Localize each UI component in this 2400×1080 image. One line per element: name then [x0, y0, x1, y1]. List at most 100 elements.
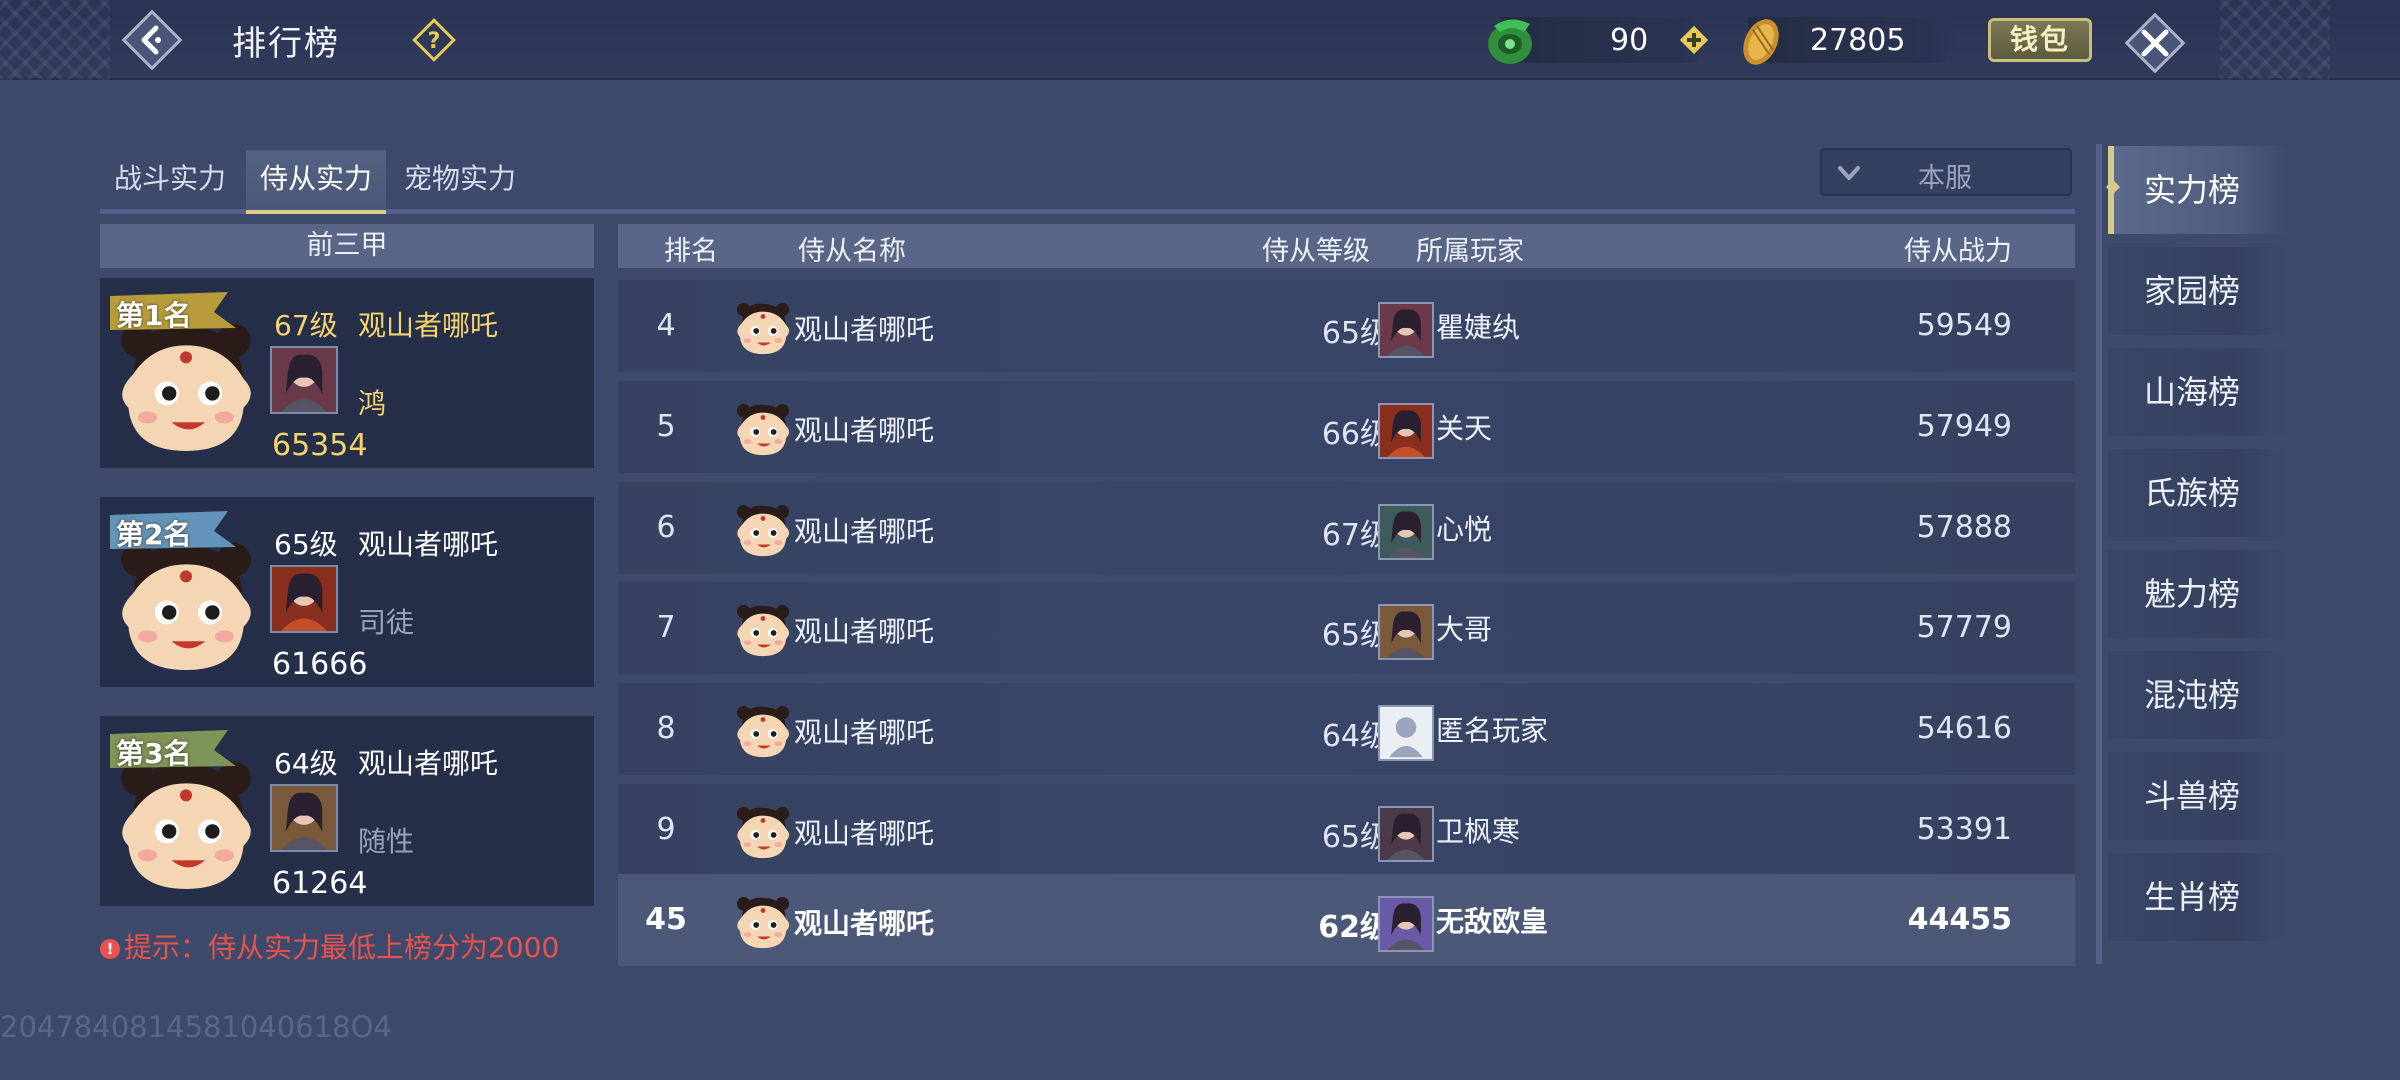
pet-level: 62级 [1318, 910, 1390, 945]
column-owner: 所属玩家 [1416, 236, 1524, 267]
side-nav-item[interactable]: 山海榜 [2108, 348, 2288, 436]
owner-name: 匿名玩家 [1436, 714, 1549, 747]
pet-name: 观山者哪吒 [794, 817, 935, 850]
min-score-tip: ! 提示：侍从实力最低上榜分为2000 [100, 926, 559, 966]
server-dropdown[interactable]: 本服 [1820, 148, 2072, 196]
owner-name: 鸿 [358, 387, 387, 420]
owner-name: 随性 [358, 825, 415, 858]
close-icon[interactable] [2118, 6, 2192, 80]
pet-level: 65级 [1321, 316, 1390, 351]
rank-label: 第2名 [116, 518, 192, 551]
table-row[interactable]: 5 观山者哪吒 66级 关天 57949 [618, 381, 2075, 473]
my-rank-row[interactable]: 45 观山者哪吒 62级 无敌欧皇 44455 [618, 874, 2075, 966]
side-nav-item[interactable]: 魅力榜 [2108, 550, 2288, 638]
side-nav-item[interactable]: 实力榜 [2108, 146, 2288, 234]
rank-number: 8 [656, 711, 676, 746]
rank-ribbon: 第3名 [110, 730, 240, 770]
warning-icon: ! [100, 939, 120, 959]
pet-power: 59549 [1916, 308, 2012, 343]
pet-name: 观山者哪吒 [794, 414, 935, 447]
column-rank: 排名 [664, 236, 718, 267]
pet-level: 64级 [1321, 719, 1390, 754]
pet-power: 57779 [1916, 610, 2012, 645]
table-row[interactable]: 6 观山者哪吒 67级 心悦 57888 [618, 482, 2075, 574]
nezha-face-icon [736, 403, 790, 456]
owner-name: 心悦 [1436, 513, 1493, 546]
tab-pet-power[interactable]: 宠物实力 [390, 150, 530, 214]
player-avatar-anonymous [1378, 705, 1434, 761]
side-nav-item[interactable]: 家园榜 [2108, 247, 2288, 335]
table-row[interactable]: 9 观山者哪吒 65级 卫枫寒 53391 [618, 784, 2075, 876]
player-avatar [270, 784, 338, 852]
side-nav-item[interactable]: 生肖榜 [2108, 853, 2288, 941]
pet-name: 观山者哪吒 [794, 907, 935, 940]
pet-level: 66级 [1321, 417, 1390, 452]
rank-ribbon: 第1名 [110, 292, 240, 332]
pet-name: 观山者哪吒 [794, 313, 935, 346]
top3-card[interactable]: 第1名 67级 观山者哪吒 鸿 65354 [100, 278, 594, 468]
tab-combat-power[interactable]: 战斗实力 [100, 150, 240, 214]
rank-ribbon: 第2名 [110, 511, 240, 551]
ranking-table-header: 排名 侍从名称 侍从等级 所属玩家 侍从战力 [618, 224, 2075, 268]
back-button[interactable] [118, 6, 186, 74]
player-avatar [1378, 604, 1434, 660]
table-row[interactable]: 8 观山者哪吒 64级 匿名玩家 54616 [618, 683, 2075, 775]
help-icon[interactable]: ? [410, 16, 458, 64]
pet-avatar [734, 896, 792, 952]
top3-card[interactable]: 第2名 65级 观山者哪吒 司徒 61666 [100, 497, 594, 687]
column-pet-level: 侍从等级 [1262, 236, 1370, 267]
side-nav-item[interactable]: 斗兽榜 [2108, 752, 2288, 840]
nezha-face-icon [736, 896, 790, 949]
gold-coin-icon [1743, 19, 1779, 65]
pet-avatar [734, 302, 792, 358]
nezha-face-icon [736, 604, 790, 657]
rank-label: 第3名 [116, 737, 192, 770]
pet-avatar [734, 403, 792, 459]
side-nav-item[interactable]: 氏族榜 [2108, 449, 2288, 537]
add-currency-icon[interactable] [1678, 24, 1710, 56]
pet-name: 观山者哪吒 [794, 515, 935, 548]
owner-name: 大哥 [1436, 613, 1493, 646]
rank-number: 5 [656, 409, 676, 444]
nezha-face-icon [736, 705, 790, 758]
jade-amount: 90 [1610, 23, 1649, 58]
player-avatar [270, 346, 338, 414]
table-row[interactable]: 7 观山者哪吒 65级 大哥 57779 [618, 582, 2075, 674]
pet-portrait [114, 535, 258, 685]
nezha-face-icon [121, 323, 251, 451]
player-avatar [1378, 504, 1434, 560]
pet-level: 65级 [1321, 820, 1390, 855]
pet-level: 64级 [274, 747, 338, 780]
rank-number: 4 [656, 308, 676, 343]
nezha-face-icon [121, 542, 251, 670]
pet-level: 65级 [1321, 618, 1390, 653]
player-avatar [1378, 896, 1434, 952]
nezha-face-icon [121, 761, 251, 889]
tab-servant-power[interactable]: 侍从实力 [246, 150, 386, 214]
top-three-header: 前三甲 [100, 224, 594, 268]
pet-power: 57949 [1916, 409, 2012, 444]
jade-icon [1488, 19, 1532, 64]
column-power: 侍从战力 [1904, 236, 2012, 267]
pet-power: 54616 [1916, 711, 2012, 746]
nezha-face-icon [736, 302, 790, 355]
pet-portrait [114, 754, 258, 904]
pet-power: 61666 [272, 647, 368, 682]
pet-name: 观山者哪吒 [794, 615, 935, 648]
owner-name: 无敌欧皇 [1436, 905, 1549, 938]
coin-amount: 27805 [1810, 23, 1906, 58]
owner-name: 关天 [1436, 412, 1493, 445]
player-avatar [1378, 403, 1434, 459]
rank-number: 7 [656, 610, 676, 645]
table-row[interactable]: 4 观山者哪吒 65级 瞿婕纨 59549 [618, 280, 2075, 372]
pet-power: 65354 [272, 428, 368, 463]
pet-name: 观山者哪吒 [358, 747, 499, 780]
rank-number: 6 [656, 510, 676, 545]
page-title: 排行榜 [232, 24, 340, 64]
pet-name: 观山者哪吒 [358, 528, 499, 561]
top3-card[interactable]: 第3名 64级 观山者哪吒 随性 61264 [100, 716, 594, 906]
side-nav-divider [2096, 144, 2102, 964]
wallet-button[interactable]: 钱包 [1988, 18, 2092, 62]
nezha-face-icon [736, 806, 790, 859]
side-nav-item[interactable]: 混沌榜 [2108, 651, 2288, 739]
